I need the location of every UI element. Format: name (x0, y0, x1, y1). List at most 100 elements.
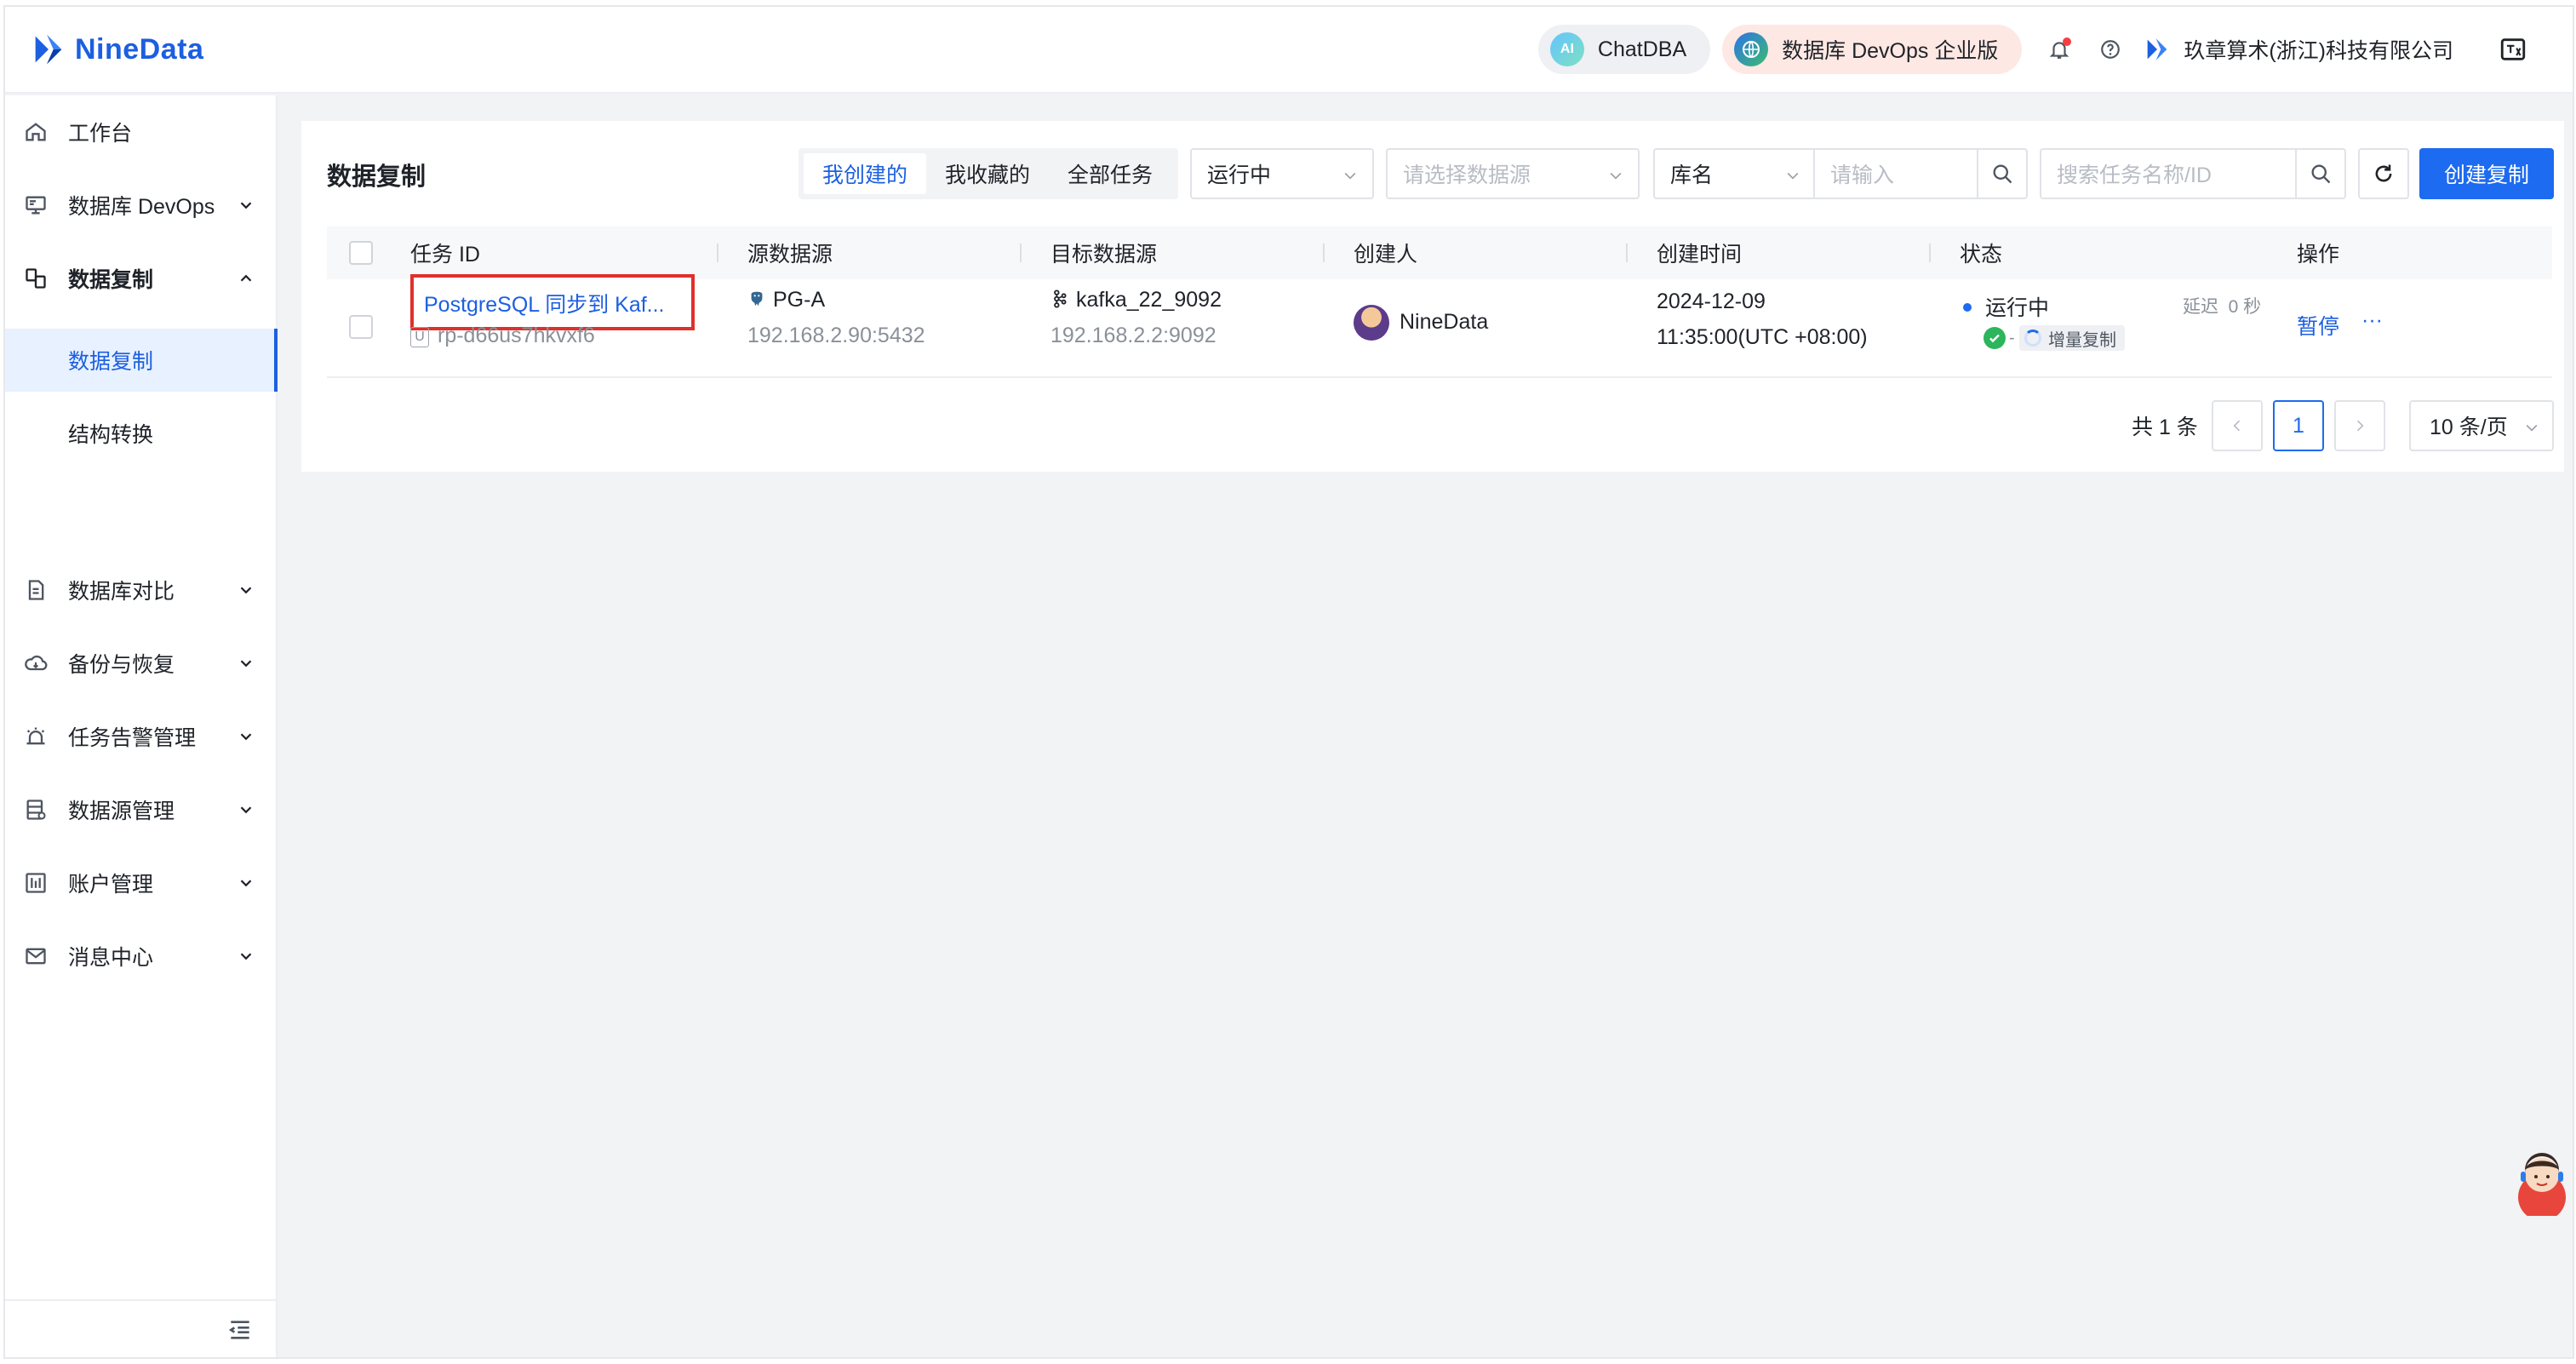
chatdba-button[interactable]: AI ChatDBA (1537, 25, 1711, 74)
create-replication-button[interactable]: 创建复制 (2419, 148, 2554, 199)
sidebar-item-label: 数据源管理 (68, 799, 175, 823)
select-all-checkbox[interactable] (349, 241, 373, 265)
notification-button[interactable] (2034, 24, 2085, 75)
kafka-icon (1050, 289, 1069, 314)
table-row: PostgreSQL 同步到 Kaf... Urp-d66us7hkvxf6 P… (327, 274, 2552, 378)
task-name-link[interactable]: PostgreSQL 同步到 Kaf... (424, 288, 665, 318)
app-frame: NineData AI ChatDBA 数据库 DevOps 企业版 玖章算术(… (3, 5, 2574, 1359)
next-page-button[interactable] (2334, 400, 2385, 451)
task-id: Urp-d66us7hkvxf6 (410, 324, 595, 348)
sidebar-item-db-compare[interactable]: 数据库对比 (5, 553, 278, 627)
tab-my-created[interactable]: 我创建的 (804, 153, 927, 194)
main-panel: 数据复制 我创建的 我收藏的 全部任务 运行中 请选择数据源 库名 请输入 搜索… (301, 121, 2564, 472)
column-header-task-id: 任务 ID (410, 243, 480, 266)
task-search-input[interactable]: 搜索任务名称/ID (2040, 148, 2297, 199)
sidebar-item-devops[interactable]: 数据库 DevOps (5, 169, 278, 242)
collapse-sidebar-icon[interactable] (226, 1316, 254, 1344)
sidebar-item-replication[interactable]: 数据复制 (5, 242, 278, 315)
sidebar-item-label: 账户管理 (68, 873, 154, 897)
ninedata-logo-icon (35, 34, 62, 65)
sidebar-subitem-schema-convert[interactable]: 结构转换 (5, 402, 278, 465)
chevron-down-icon (2523, 417, 2540, 434)
dbname-input[interactable]: 请输入 (1813, 148, 1978, 199)
more-actions-button[interactable]: ··· (2361, 308, 2383, 333)
status-filter-select[interactable]: 运行中 (1190, 148, 1374, 199)
page-1-button[interactable]: 1 (2273, 400, 2324, 451)
task-scope-tabs: 我创建的 我收藏的 全部任务 (799, 148, 1178, 199)
refresh-button[interactable] (2358, 148, 2409, 199)
devops-edition-button[interactable]: 数据库 DevOps 企业版 (1722, 25, 2023, 74)
pause-button[interactable]: 暂停 (2297, 310, 2339, 341)
column-header-actions: 操作 (2297, 243, 2340, 266)
sidebar-item-datasources[interactable]: 数据源管理 (5, 773, 278, 846)
sidebar: 工作台 数据库 DevOps 数据复制 数据复制 结构转换 数据库对比 备份与恢… (5, 95, 278, 1357)
prev-page-button[interactable] (2212, 400, 2263, 451)
status-running: 运行中 (1963, 291, 2049, 322)
translate-icon (2500, 38, 2526, 60)
sidebar-item-label: 备份与恢复 (68, 653, 175, 677)
source-datasource[interactable]: PG-A (747, 288, 825, 314)
ai-icon: AI (1549, 32, 1584, 66)
sidebar-divider (5, 1299, 276, 1301)
brand-logo[interactable]: NineData (29, 30, 203, 69)
sidebar-item-label: 消息中心 (68, 946, 154, 970)
dbname-select-value: 库名 (1670, 163, 1714, 187)
datasource-select[interactable]: 请选择数据源 (1386, 148, 1640, 199)
sidebar-item-alerts[interactable]: 任务告警管理 (5, 700, 278, 773)
replication-icon (24, 266, 48, 290)
task-id-value: rp-d66us7hkvxf6 (438, 324, 595, 347)
sidebar-item-label: 数据复制 (68, 268, 154, 292)
column-divider (1626, 244, 1628, 262)
sidebar-item-backup[interactable]: 备份与恢复 (5, 627, 278, 700)
stage-tag: 增量复制 (2019, 325, 2125, 351)
compare-icon (24, 578, 48, 602)
customer-support-button[interactable] (2510, 1144, 2573, 1221)
chevron-down-icon (237, 196, 255, 215)
tab-all-tasks[interactable]: 全部任务 (1049, 153, 1171, 194)
language-button[interactable] (2487, 24, 2539, 75)
chevron-down-icon (237, 654, 255, 673)
sidebar-item-label: 数据库 DevOps (68, 195, 215, 219)
target-datasource[interactable]: kafka_22_9092 (1050, 288, 1222, 314)
search-icon (2311, 164, 2331, 184)
sidebar-item-accounts[interactable]: 账户管理 (5, 846, 278, 920)
dbname-search-button[interactable] (1977, 148, 2028, 199)
tab-my-favorites[interactable]: 我收藏的 (926, 153, 1049, 194)
check-circle-icon (1984, 327, 2006, 349)
mail-icon (24, 944, 48, 968)
chevron-down-icon (237, 800, 255, 819)
stage-connector: - (2009, 329, 2015, 347)
help-icon (2101, 40, 2121, 59)
column-header-source: 源数据源 (747, 243, 833, 266)
sidebar-subitem-label: 结构转换 (68, 423, 154, 447)
loading-spinner-icon (2024, 330, 2041, 347)
chevron-left-icon (2233, 420, 2241, 432)
stage-label: 增量复制 (2048, 330, 2116, 350)
cloud-backup-icon (24, 651, 48, 675)
creator-name: NineData (1400, 310, 1489, 334)
top-header: NineData AI ChatDBA 数据库 DevOps 企业版 玖章算术(… (5, 7, 2573, 94)
sidebar-subitem-replication[interactable]: 数据复制 (5, 329, 278, 392)
dbname-type-select[interactable]: 库名 (1653, 148, 1815, 199)
source-address: 192.168.2.90:5432 (747, 324, 925, 347)
globe-icon (1734, 32, 1769, 66)
help-button[interactable] (2085, 24, 2136, 75)
datasource-icon (24, 798, 48, 822)
sidebar-item-workbench[interactable]: 工作台 (5, 95, 278, 169)
task-search-button[interactable] (2295, 148, 2346, 199)
column-header-target: 目标数据源 (1050, 243, 1158, 266)
task-type-tag: U (410, 327, 429, 347)
delay-info: 延迟 0 秒 (2183, 293, 2261, 318)
organization-switcher[interactable]: 玖章算术(浙江)科技有限公司 (2143, 34, 2453, 65)
source-name: PG-A (773, 288, 826, 312)
row-checkbox[interactable] (349, 315, 373, 339)
column-header-creator: 创建人 (1354, 243, 1418, 266)
chatdba-label: ChatDBA (1597, 37, 1687, 61)
page-size-select[interactable]: 10 条/页 (2409, 400, 2554, 451)
pagination-total: 共 1 条 (2132, 416, 2198, 439)
status-label: 运行中 (1985, 296, 2050, 320)
refresh-icon (2375, 164, 2392, 182)
sidebar-item-messages[interactable]: 消息中心 (5, 920, 278, 993)
page-size-value: 10 条/页 (2430, 416, 2508, 439)
created-date: 2024-12-09 (1657, 289, 1766, 313)
